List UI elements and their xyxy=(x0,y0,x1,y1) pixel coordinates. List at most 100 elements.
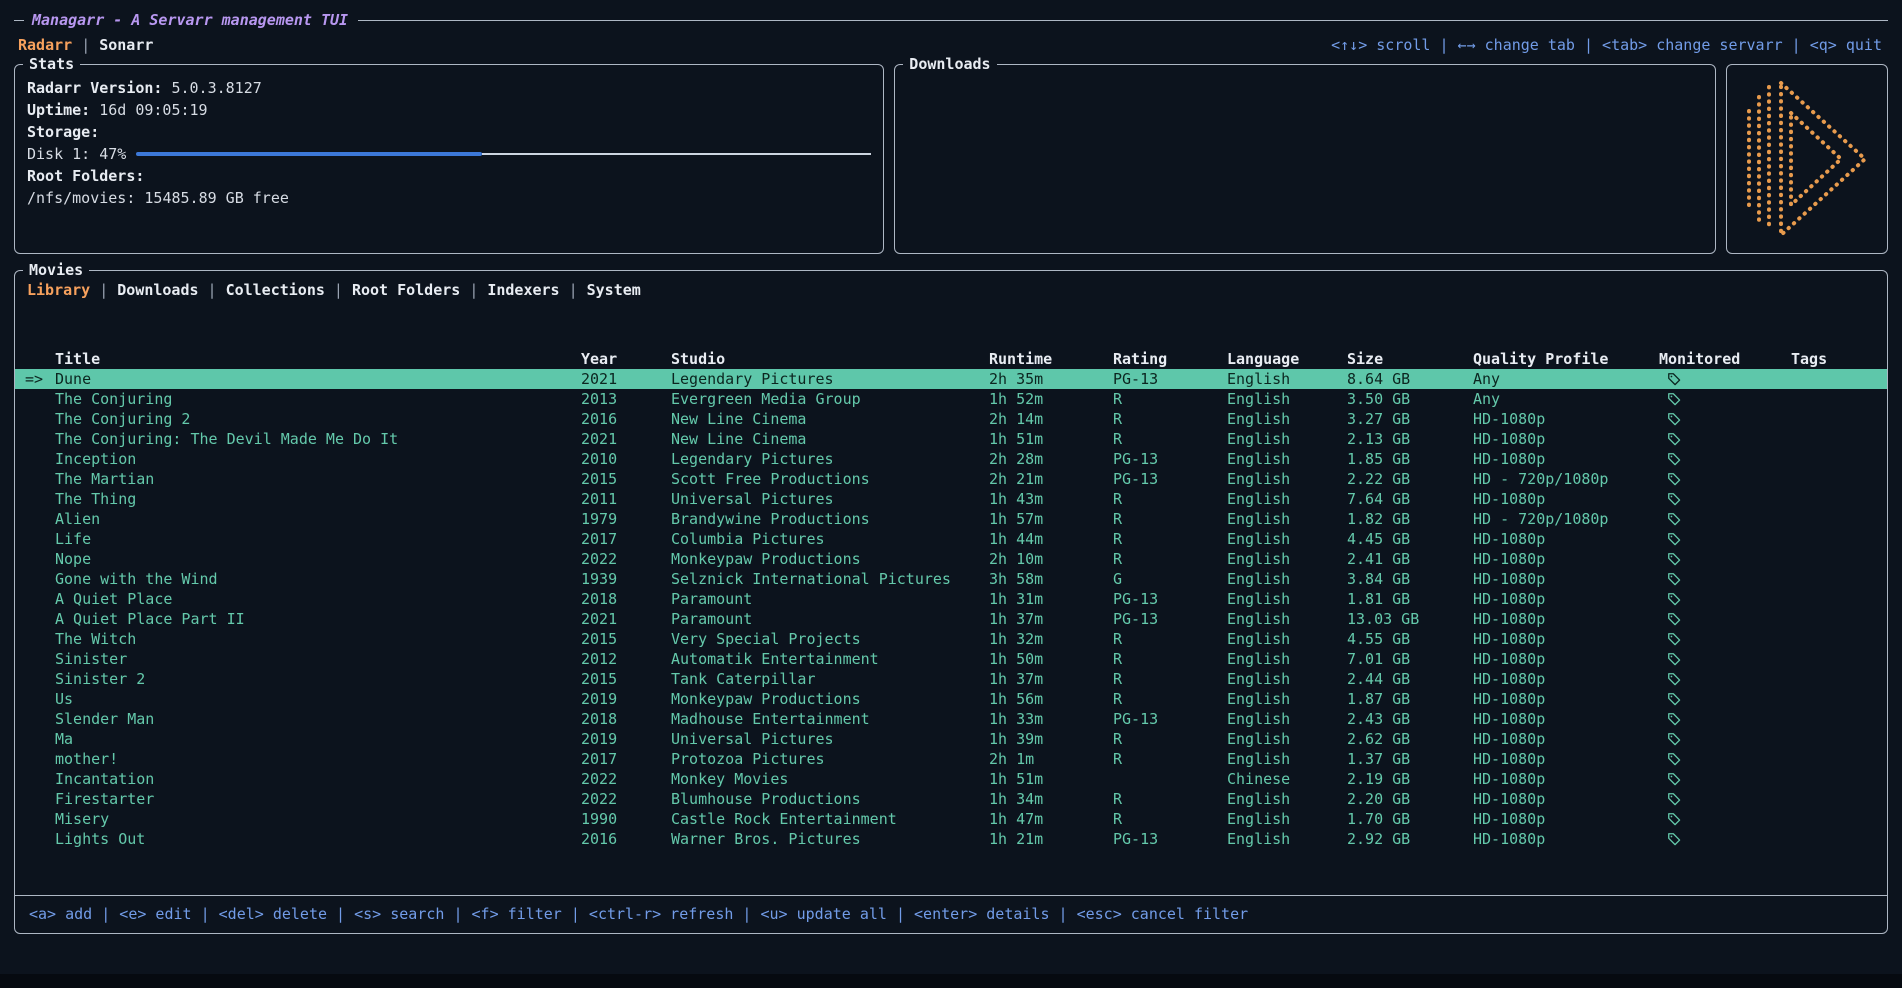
cell-quality-profile: HD-1080p xyxy=(1473,670,1659,688)
cell-quality-profile: HD-1080p xyxy=(1473,750,1659,768)
cell-size: 1.81 GB xyxy=(1347,590,1473,608)
cell-title: The Martian xyxy=(55,470,581,488)
cell-title: The Witch xyxy=(55,630,581,648)
cell-title: mother! xyxy=(55,750,581,768)
movie-row-life[interactable]: Life2017Columbia Pictures1h 44mREnglish4… xyxy=(15,529,1887,549)
cell-year: 2011 xyxy=(581,490,671,508)
cell-runtime: 1h 47m xyxy=(989,810,1113,828)
cell-title: Dune xyxy=(55,370,581,388)
cell-quality-profile: HD-1080p xyxy=(1473,830,1659,848)
column-header-title: Title xyxy=(55,350,581,368)
cell-quality-profile: HD-1080p xyxy=(1473,730,1659,748)
cell-year: 1979 xyxy=(581,510,671,528)
movie-row-the-conjuring-2[interactable]: The Conjuring 22016New Line Cinema2h 14m… xyxy=(15,409,1887,429)
root-folders-label: Root Folders: xyxy=(27,167,144,185)
cell-monitored xyxy=(1659,410,1791,428)
movies-tab-root-folders[interactable]: Root Folders xyxy=(352,281,460,299)
cell-runtime: 1h 52m xyxy=(989,390,1113,408)
terminal-screen: Managarr - A Servarr management TUI Rada… xyxy=(0,0,1902,974)
cell-runtime: 1h 51m xyxy=(989,770,1113,788)
cell-studio: Monkeypaw Productions xyxy=(671,690,989,708)
cell-language: English xyxy=(1227,410,1347,428)
movie-row-firestarter[interactable]: Firestarter2022Blumhouse Productions1h 3… xyxy=(15,789,1887,809)
movie-row-lights-out[interactable]: Lights Out2016Warner Bros. Pictures1h 21… xyxy=(15,829,1887,849)
movie-row-the-conjuring-the-devil-made-me-do-it[interactable]: The Conjuring: The Devil Made Me Do It20… xyxy=(15,429,1887,449)
cell-year: 2010 xyxy=(581,450,671,468)
cell-runtime: 1h 37m xyxy=(989,670,1113,688)
cell-language: English xyxy=(1227,510,1347,528)
movie-row-a-quiet-place[interactable]: A Quiet Place2018Paramount1h 31mPG-13Eng… xyxy=(15,589,1887,609)
cell-monitored xyxy=(1659,710,1791,728)
movies-tab-collections[interactable]: Collections xyxy=(226,281,325,299)
monitored-tag-icon xyxy=(1667,372,1681,386)
cell-size: 2.44 GB xyxy=(1347,670,1473,688)
movie-row-dune[interactable]: =>Dune2021Legendary Pictures2h 35mPG-13E… xyxy=(15,369,1887,389)
cell-rating: PG-13 xyxy=(1113,590,1227,608)
column-header-studio: Studio xyxy=(671,350,989,368)
cell-runtime: 2h 14m xyxy=(989,410,1113,428)
movies-tabs: Library|Downloads|Collections|Root Folde… xyxy=(15,271,1887,303)
cell-studio: Blumhouse Productions xyxy=(671,790,989,808)
cell-year: 2015 xyxy=(581,630,671,648)
cell-monitored xyxy=(1659,570,1791,588)
movie-row-the-conjuring[interactable]: The Conjuring2013Evergreen Media Group1h… xyxy=(15,389,1887,409)
cell-studio: Legendary Pictures xyxy=(671,450,989,468)
cell-monitored xyxy=(1659,650,1791,668)
cell-rating: R xyxy=(1113,530,1227,548)
movie-row-sinister-2[interactable]: Sinister 22015Tank Caterpillar1h 37mREng… xyxy=(15,669,1887,689)
uptime-label: Uptime: xyxy=(27,101,90,119)
cell-title: Gone with the Wind xyxy=(55,570,581,588)
movie-row-the-martian[interactable]: The Martian2015Scott Free Productions2h … xyxy=(15,469,1887,489)
cell-rating: PG-13 xyxy=(1113,610,1227,628)
monitored-tag-icon xyxy=(1667,472,1681,486)
cell-quality-profile: HD - 720p/1080p xyxy=(1473,510,1659,528)
movie-row-a-quiet-place-part-ii[interactable]: A Quiet Place Part II2021Paramount1h 37m… xyxy=(15,609,1887,629)
title-bar: Managarr - A Servarr management TUI xyxy=(14,8,1888,32)
cell-studio: Monkey Movies xyxy=(671,770,989,788)
cell-language: English xyxy=(1227,690,1347,708)
monitored-tag-icon xyxy=(1667,772,1681,786)
monitored-tag-icon xyxy=(1667,632,1681,646)
cell-year: 2021 xyxy=(581,610,671,628)
movie-row-gone-with-the-wind[interactable]: Gone with the Wind1939Selznick Internati… xyxy=(15,569,1887,589)
movie-row-the-thing[interactable]: The Thing2011Universal Pictures1h 43mREn… xyxy=(15,489,1887,509)
movies-tab-library[interactable]: Library xyxy=(27,281,90,299)
title-rule xyxy=(358,20,1888,21)
cell-year: 2018 xyxy=(581,590,671,608)
movie-row-the-witch[interactable]: The Witch2015Very Special Projects1h 32m… xyxy=(15,629,1887,649)
movies-tab-indexers[interactable]: Indexers xyxy=(487,281,559,299)
cell-monitored xyxy=(1659,630,1791,648)
cell-title: Nope xyxy=(55,550,581,568)
cell-quality-profile: HD-1080p xyxy=(1473,530,1659,548)
movie-row-alien[interactable]: Alien1979Brandywine Productions1h 57mREn… xyxy=(15,509,1887,529)
servarr-tab-sonarr[interactable]: Sonarr xyxy=(99,36,153,54)
movie-row-ma[interactable]: Ma2019Universal Pictures1h 39mREnglish2.… xyxy=(15,729,1887,749)
cell-runtime: 1h 56m xyxy=(989,690,1113,708)
cell-studio: Madhouse Entertainment xyxy=(671,710,989,728)
movie-row-sinister[interactable]: Sinister2012Automatik Entertainment1h 50… xyxy=(15,649,1887,669)
movie-row-us[interactable]: Us2019Monkeypaw Productions1h 56mREnglis… xyxy=(15,689,1887,709)
movie-row-slender-man[interactable]: Slender Man2018Madhouse Entertainment1h … xyxy=(15,709,1887,729)
servarr-tab-radarr[interactable]: Radarr xyxy=(18,36,72,54)
cell-language: English xyxy=(1227,490,1347,508)
column-header-tags: Tags xyxy=(1791,350,1887,368)
movie-row-nope[interactable]: Nope2022Monkeypaw Productions2h 10mREngl… xyxy=(15,549,1887,569)
cell-size: 13.03 GB xyxy=(1347,610,1473,628)
cell-title: Us xyxy=(55,690,581,708)
cell-quality-profile: HD-1080p xyxy=(1473,490,1659,508)
cell-runtime: 3h 58m xyxy=(989,570,1113,588)
cell-title: The Conjuring xyxy=(55,390,581,408)
movies-tab-downloads[interactable]: Downloads xyxy=(117,281,198,299)
cell-language: English xyxy=(1227,790,1347,808)
bottom-keybindings: <a> add | <e> edit | <del> delete | <s> … xyxy=(15,895,1887,933)
cell-runtime: 2h 10m xyxy=(989,550,1113,568)
cell-quality-profile: HD-1080p xyxy=(1473,610,1659,628)
cell-quality-profile: Any xyxy=(1473,390,1659,408)
movie-row-mother[interactable]: mother!2017Protozoa Pictures2h 1mREnglis… xyxy=(15,749,1887,769)
movie-row-misery[interactable]: Misery1990Castle Rock Entertainment1h 47… xyxy=(15,809,1887,829)
movie-row-inception[interactable]: Inception2010Legendary Pictures2h 28mPG-… xyxy=(15,449,1887,469)
cell-language: English xyxy=(1227,450,1347,468)
movies-tab-system[interactable]: System xyxy=(587,281,641,299)
movie-row-incantation[interactable]: Incantation2022Monkey Movies1h 51mChines… xyxy=(15,769,1887,789)
cell-size: 2.92 GB xyxy=(1347,830,1473,848)
